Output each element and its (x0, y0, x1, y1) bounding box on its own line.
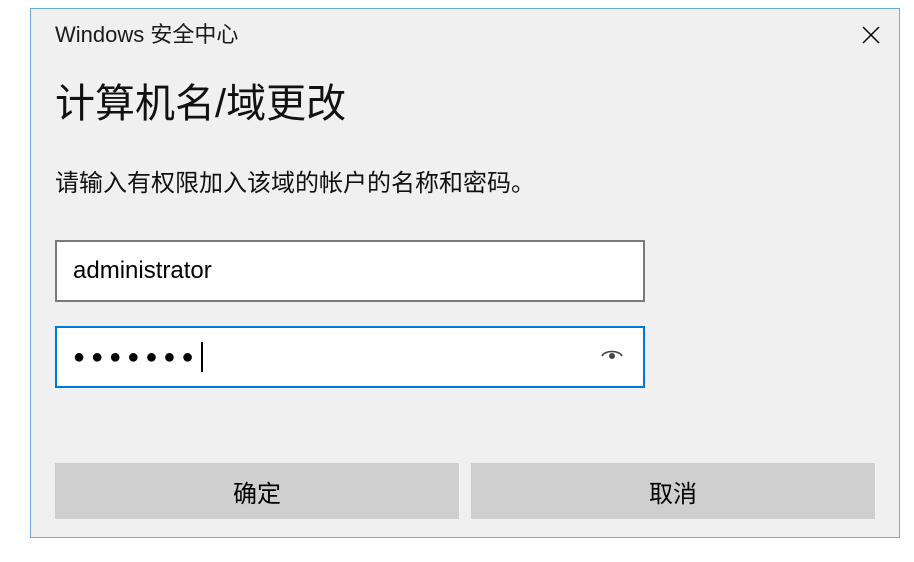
titlebar: Windows 安全中心 (31, 9, 899, 53)
dialog-instruction: 请输入有权限加入该域的帐户的名称和密码。 (55, 163, 875, 198)
dialog-content: 计算机名/域更改 请输入有权限加入该域的帐户的名称和密码。 administra… (31, 53, 899, 388)
ok-button[interactable]: 确定 (55, 463, 459, 519)
close-button[interactable] (847, 17, 895, 53)
eye-icon (600, 345, 624, 369)
text-cursor (201, 342, 203, 372)
dialog-title: Windows 安全中心 (55, 17, 238, 49)
dialog-heading: 计算机名/域更改 (55, 71, 875, 129)
button-row: 确定 取消 (55, 463, 875, 519)
cancel-button-label: 取消 (649, 474, 697, 509)
username-field[interactable]: administrator (55, 240, 645, 302)
close-icon (861, 25, 881, 45)
cancel-button[interactable]: 取消 (471, 463, 875, 519)
password-mask: ●●●●●●● (73, 347, 200, 367)
password-reveal-button[interactable] (597, 342, 627, 372)
credential-dialog: Windows 安全中心 计算机名/域更改 请输入有权限加入该域的帐户的名称和密… (30, 8, 900, 538)
ok-button-label: 确定 (233, 474, 281, 509)
password-field[interactable]: ●●●●●●● (55, 326, 645, 388)
username-value: administrator (73, 257, 212, 285)
